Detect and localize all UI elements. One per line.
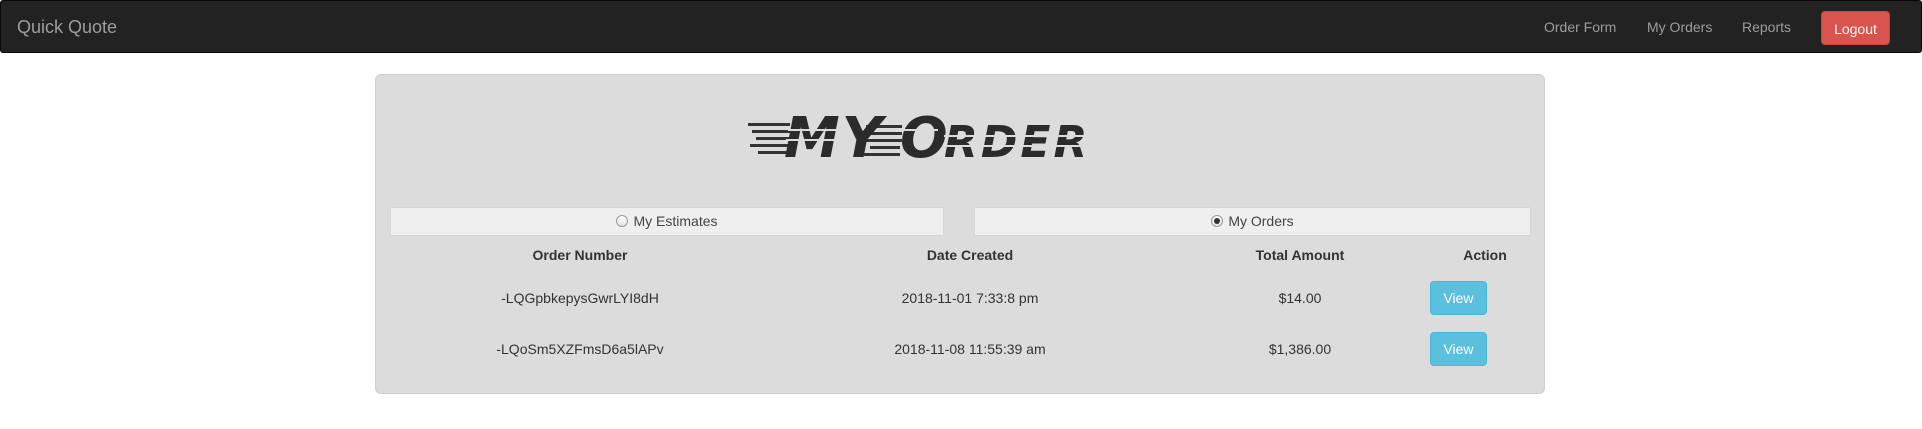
- header-action: Action: [1463, 247, 1507, 263]
- row-2-date-created: 2018-11-08 11:55:39 am: [894, 341, 1046, 357]
- row-2-total-amount: $1,386.00: [1268, 341, 1332, 357]
- svg-text:O: O: [900, 106, 950, 165]
- orders-panel: MY O RDER My Estimates My Orders Order N…: [375, 74, 1545, 394]
- my-estimates-label: My Estimates: [633, 213, 718, 229]
- header-date-created: Date Created: [926, 247, 1014, 263]
- radio-checked-icon[interactable]: [1211, 215, 1224, 227]
- svg-text:MY: MY: [784, 106, 888, 165]
- row-1-view-button[interactable]: View: [1430, 281, 1487, 315]
- nav-link-order-form[interactable]: Order Form: [1544, 1, 1616, 54]
- my-order-logo: MY O RDER: [748, 106, 1154, 165]
- my-orders-label: My Orders: [1228, 213, 1294, 229]
- my-orders-toggle[interactable]: My Orders: [974, 207, 1531, 236]
- header-total-amount: Total Amount: [1255, 247, 1345, 263]
- brand-link[interactable]: Quick Quote: [17, 1, 117, 54]
- my-estimates-toggle[interactable]: My Estimates: [390, 207, 944, 236]
- row-1-date-created: 2018-11-01 7:33:8 pm: [901, 290, 1039, 306]
- header-order-number: Order Number: [532, 247, 628, 263]
- nav-link-reports[interactable]: Reports: [1742, 1, 1791, 54]
- row-1-order-number: -LQGpbkepysGwrLYI8dH: [501, 290, 659, 306]
- row-2-view-button[interactable]: View: [1430, 332, 1487, 366]
- logout-button[interactable]: Logout: [1821, 11, 1890, 45]
- row-2-order-number: -LQoSm5XZFmsD6a5lAPv: [496, 341, 664, 357]
- row-1-total-amount: $14.00: [1278, 290, 1322, 306]
- radio-unchecked-icon[interactable]: [616, 215, 629, 227]
- nav-link-my-orders[interactable]: My Orders: [1647, 1, 1712, 54]
- svg-text:RDER: RDER: [944, 117, 1090, 165]
- top-navbar: Quick Quote Order Form My Orders Reports…: [0, 0, 1922, 53]
